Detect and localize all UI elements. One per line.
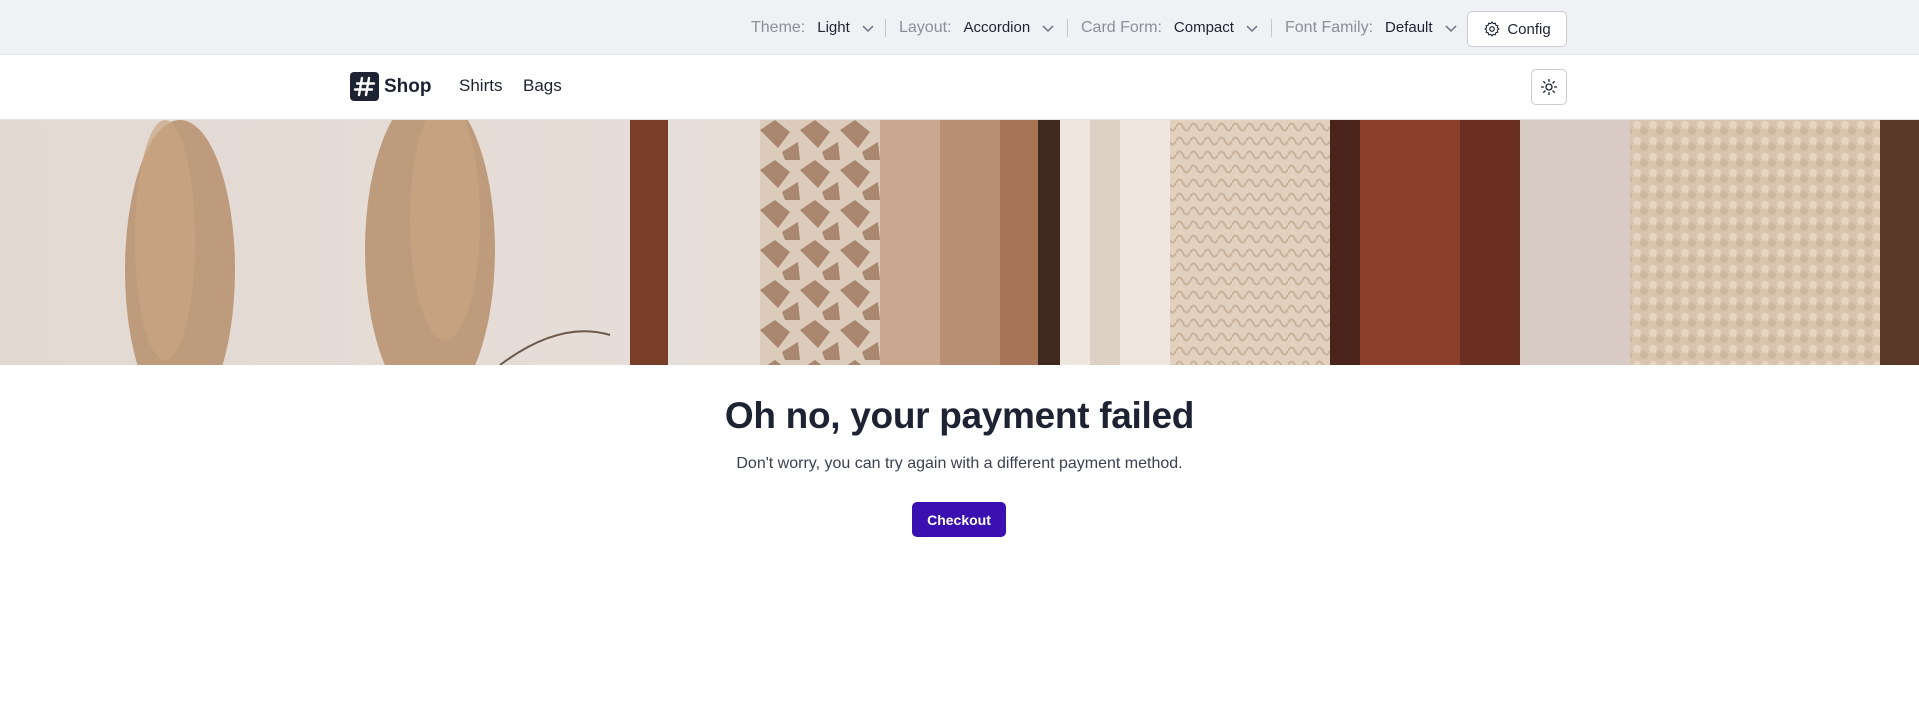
nav-link-shirts[interactable]: Shirts xyxy=(459,76,502,96)
hero-banner-image xyxy=(0,120,1919,365)
theme-select[interactable]: Theme: Light xyxy=(751,0,876,55)
font-family-label: Font Family: xyxy=(1285,18,1374,36)
chevron-down-icon xyxy=(1445,24,1457,32)
nav-link-bags[interactable]: Bags xyxy=(523,76,562,96)
divider xyxy=(1271,19,1272,37)
sun-icon xyxy=(1540,78,1558,96)
page-subtitle: Don't worry, you can try again with a di… xyxy=(736,455,1183,472)
logo[interactable]: Shop xyxy=(350,72,432,101)
layout-select[interactable]: Layout: Accordion xyxy=(899,0,1056,55)
font-family-select[interactable]: Font Family: Default xyxy=(1285,0,1459,55)
chevron-down-icon xyxy=(862,24,874,32)
theme-label: Theme: xyxy=(751,18,806,36)
card-form-value: Compact xyxy=(1173,19,1234,36)
divider xyxy=(1067,19,1068,37)
hash-logo-icon xyxy=(350,72,379,101)
config-button[interactable]: Config xyxy=(1467,11,1567,47)
card-form-select[interactable]: Card Form: Compact xyxy=(1081,0,1260,55)
gear-icon xyxy=(1484,21,1500,37)
chevron-down-icon xyxy=(1042,24,1054,32)
checkout-button[interactable]: Checkout xyxy=(912,502,1006,537)
hero-photo xyxy=(0,120,1919,365)
theme-toggle-button[interactable] xyxy=(1531,69,1567,105)
navbar: Shop Shirts Bags xyxy=(0,55,1919,120)
config-button-label: Config xyxy=(1507,20,1551,38)
logo-text: Shop xyxy=(384,75,432,97)
font-family-value: Default xyxy=(1385,19,1433,36)
divider xyxy=(885,19,886,37)
card-form-label: Card Form: xyxy=(1081,18,1162,36)
layout-label: Layout: xyxy=(899,18,952,36)
page-title: Oh no, your payment failed xyxy=(724,395,1195,436)
layout-value: Accordion xyxy=(963,19,1031,36)
chevron-down-icon xyxy=(1246,24,1258,32)
theme-value: Light xyxy=(817,19,850,36)
config-bar: Theme: Light Layout: Accordion Card Form… xyxy=(0,0,1919,55)
